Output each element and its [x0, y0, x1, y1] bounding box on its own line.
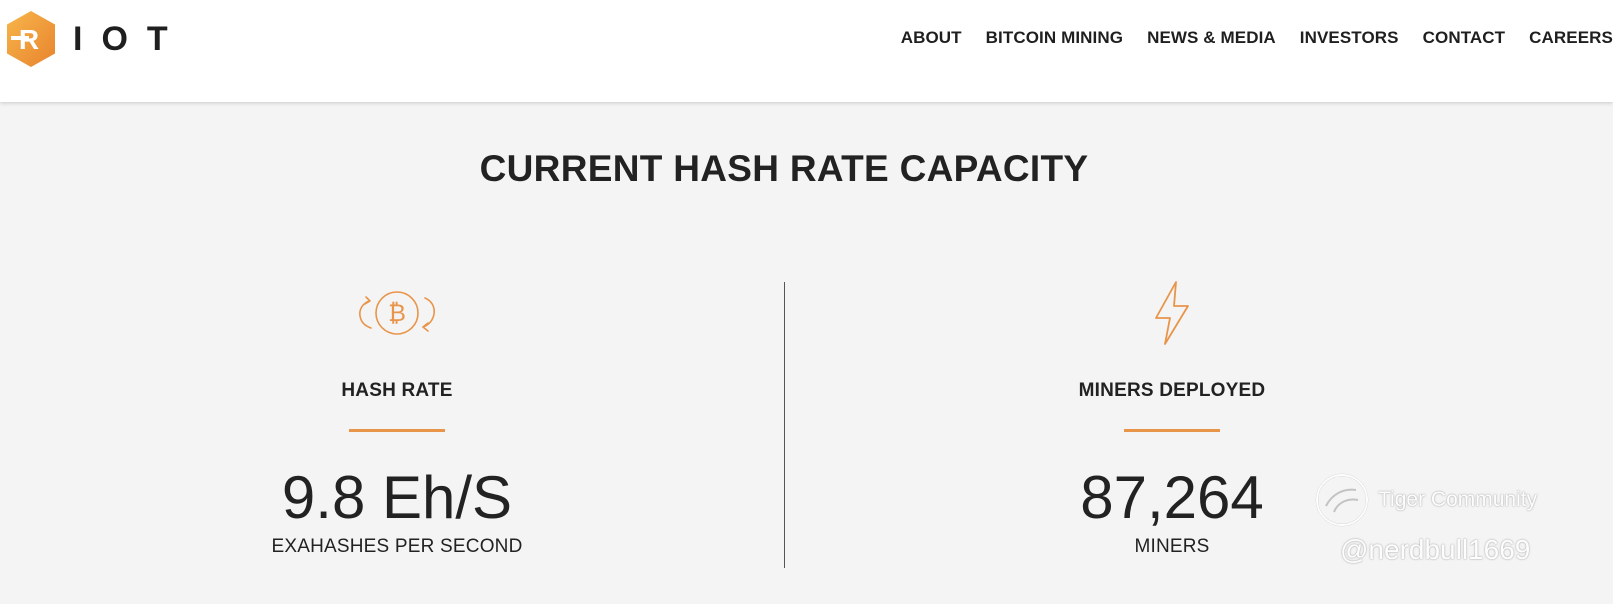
stat-unit: MINERS: [1134, 536, 1210, 557]
watermark-handle: @nerdbull1669: [1340, 534, 1531, 565]
stat-label: HASH RATE: [341, 380, 453, 401]
riot-logo[interactable]: R IOT: [5, 10, 187, 68]
riot-hexagon-icon: R: [7, 11, 55, 67]
watermark: Tiger Community @nerdbull1669: [1314, 472, 1554, 582]
logo-wordmark: IOT: [73, 20, 187, 58]
svg-text:₿: ₿: [388, 300, 406, 327]
vertical-divider: [784, 282, 785, 568]
stat-hash-rate: ₿ HASH RATE 9.8 Eh/S EXAHASHES PER SECON…: [197, 280, 597, 558]
watermark-brand: Tiger Community: [1378, 488, 1538, 511]
accent-divider: [1124, 429, 1220, 432]
main-nav: ABOUT BITCOIN MINING NEWS & MEDIA INVEST…: [877, 28, 1613, 48]
stat-unit: EXAHASHES PER SECOND: [271, 536, 523, 557]
nav-careers[interactable]: CAREERS: [1529, 28, 1613, 48]
tiger-logo-icon: [1315, 473, 1369, 527]
stat-value: 9.8 Eh/S: [281, 464, 513, 531]
lightning-bolt-icon: [972, 280, 1372, 346]
nav-investors[interactable]: INVESTORS: [1300, 28, 1399, 48]
accent-divider: [349, 429, 445, 432]
stat-label: MINERS DEPLOYED: [1078, 380, 1266, 401]
nav-about[interactable]: ABOUT: [901, 28, 962, 48]
bitcoin-exchange-icon: ₿: [197, 280, 597, 346]
site-header: R IOT ABOUT BITCOIN MINING NEWS & MEDIA …: [0, 0, 1613, 102]
nav-bitcoin-mining[interactable]: BITCOIN MINING: [986, 28, 1123, 48]
page-title: CURRENT HASH RATE CAPACITY: [479, 148, 1089, 189]
stat-value: 87,264: [1080, 464, 1264, 531]
nav-contact[interactable]: CONTACT: [1423, 28, 1506, 48]
nav-news-media[interactable]: NEWS & MEDIA: [1147, 28, 1276, 48]
stat-miners-deployed: MINERS DEPLOYED 87,264 MINERS: [972, 280, 1372, 558]
